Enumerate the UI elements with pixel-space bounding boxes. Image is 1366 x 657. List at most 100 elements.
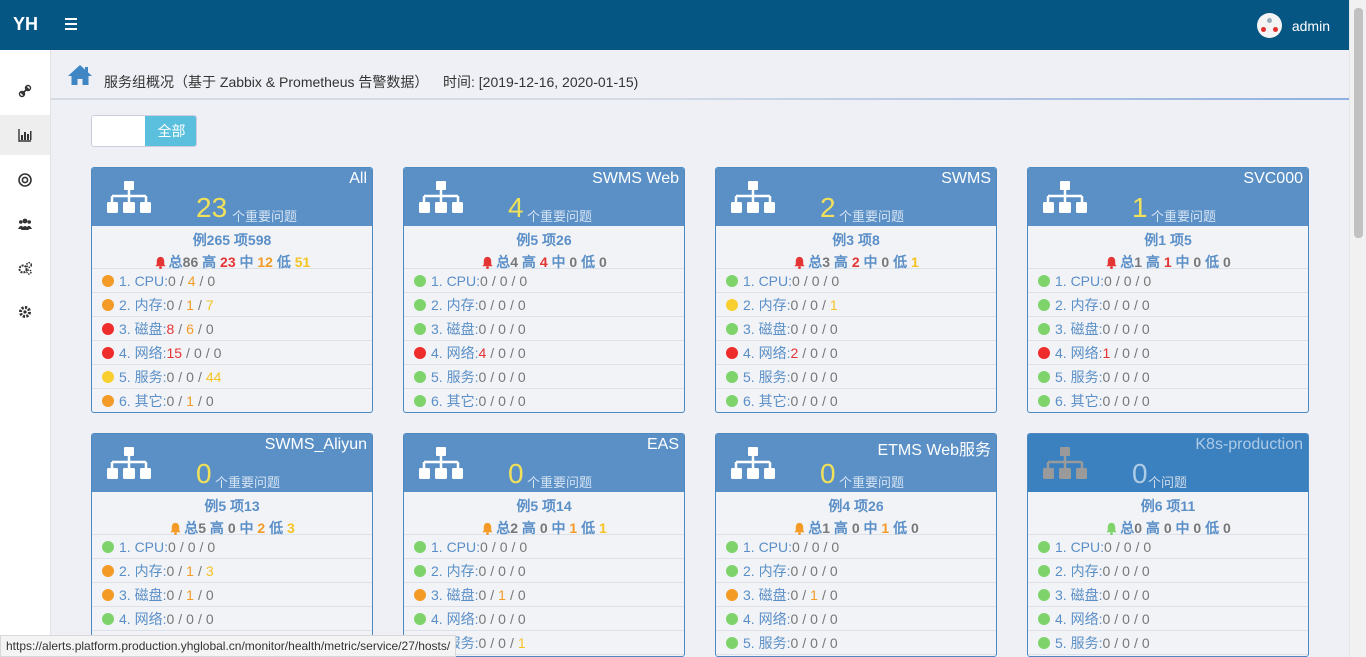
metric-label: 6. 其它: (431, 392, 479, 409)
card-name[interactable]: SWMS (941, 170, 991, 188)
sidebar-item-support[interactable] (0, 160, 50, 200)
list-item[interactable]: 6. 其它: 0/1/0 (92, 389, 372, 412)
list-item[interactable]: 1. CPU: 0/0/0 (716, 269, 996, 293)
list-item[interactable]: 1. CPU: 0/0/0 (716, 535, 996, 559)
list-item[interactable]: 1. CPU: 0/0/0 (404, 269, 684, 293)
list-item[interactable]: 5. 服务: 0/0/0 (1028, 365, 1308, 389)
mid-count: 0 (810, 368, 818, 385)
list-item[interactable]: 5. 服务: 0/0/0 (404, 365, 684, 389)
card-name[interactable]: SWMS Web (592, 170, 679, 188)
status-dot (1038, 612, 1050, 625)
list-item[interactable]: 3. 磁盘: 0/1/0 (716, 583, 996, 607)
list-item[interactable]: 4. 网络: 0/0/0 (1028, 607, 1308, 631)
severity-value: 4 (539, 254, 548, 270)
severity-value: 0 (1222, 520, 1231, 536)
menu-toggle-icon[interactable] (65, 18, 77, 30)
all-button[interactable]: 全部 (145, 116, 196, 146)
home-icon[interactable] (67, 64, 93, 86)
list-item[interactable]: 2. 内存: 0/0/0 (1028, 559, 1308, 583)
list-item[interactable]: 4. 网络: 2/0/0 (716, 341, 996, 365)
severity-value: 0 (569, 254, 578, 270)
list-item[interactable]: 5. 服务: 0/0/0 (716, 631, 996, 655)
bell-icon (482, 522, 493, 535)
separator: / (803, 538, 808, 555)
bar-chart-icon (18, 129, 32, 142)
severity-value: 1 (822, 520, 831, 536)
separator: / (802, 368, 807, 385)
list-item[interactable]: 4. 网络: 1/0/0 (1028, 341, 1308, 365)
list-item[interactable]: 1. CPU: 0/0/0 (1028, 269, 1308, 293)
severity-value: 1 (910, 254, 919, 270)
list-item[interactable]: 3. 磁盘: 0/0/0 (1028, 317, 1308, 341)
list-item[interactable]: 6. 其它: 0/0/0 (1028, 389, 1308, 412)
list-item[interactable]: 2. 内存: 0/0/0 (404, 559, 684, 583)
separator: / (197, 392, 202, 409)
status-dot (102, 346, 114, 359)
sidebar-item-settings[interactable] (0, 248, 50, 288)
list-item[interactable]: 1. CPU: 0/0/0 (1028, 535, 1308, 559)
metric-label: 5. 服务: (743, 634, 791, 651)
list-item[interactable]: 2. 内存: 0/0/0 (1028, 293, 1308, 317)
card-name[interactable]: SWMS_Aliyun (265, 436, 367, 454)
low-count: 0 (213, 344, 222, 361)
scrollbar[interactable] (1349, 0, 1366, 657)
list-item[interactable]: 6. 其它: 0/0/0 (404, 389, 684, 412)
status-dot (1038, 322, 1050, 335)
card-name[interactable]: EAS (647, 436, 679, 454)
app-logo[interactable]: YH (13, 14, 38, 35)
list-item[interactable]: 3. 磁盘: 0/0/0 (716, 317, 996, 341)
issue-count: 23 (196, 192, 228, 223)
list-item[interactable]: 5. 服务: 0/0/44 (92, 365, 372, 389)
list-item[interactable]: 3. 磁盘: 0/0/0 (1028, 583, 1308, 607)
list-item[interactable]: 1. CPU: 0/0/0 (92, 535, 372, 559)
severity-label: 高 (1142, 520, 1164, 536)
separator: / (197, 562, 202, 579)
instance-item-count: 例265 项598 (192, 232, 272, 248)
list-item[interactable]: 4. 网络: 4/0/0 (404, 341, 684, 365)
service-group-card[interactable]: SVC000 1 个重要问题 例1 项5 总 1 高 1 中 0 低 0 1. CPU: 0… (1027, 167, 1309, 413)
issue-count: 1 (1132, 192, 1148, 223)
separator: / (509, 344, 514, 361)
list-item[interactable]: 6. 其它: 0/0/0 (716, 389, 996, 412)
list-item[interactable]: 2. 内存: 0/1/3 (92, 559, 372, 583)
list-item[interactable]: 3. 磁盘: 8/6/0 (92, 317, 372, 341)
sidebar-item-config[interactable] (0, 292, 50, 332)
severity-label: 总 (184, 520, 199, 536)
list-item[interactable]: 2. 内存: 0/0/1 (716, 293, 996, 317)
sidebar-item-users[interactable] (0, 204, 50, 244)
high-count: 0 (1104, 538, 1112, 555)
sitemap-icon (731, 447, 775, 479)
list-item[interactable]: 2. 内存: 0/0/0 (716, 559, 996, 583)
service-group-card[interactable]: ETMS Web服务 0 个重要问题 例4 项26 总 1 高 0 中 1 低 0 1. C… (715, 433, 997, 657)
list-item[interactable]: 5. 服务: 0/0/0 (716, 365, 996, 389)
service-group-card[interactable]: K8s-production 0 个问题 例6 项11 总 0 高 0 中 0 低 0 1.… (1027, 433, 1309, 657)
card-name[interactable]: K8s-production (1195, 436, 1303, 454)
list-item[interactable]: 1. CPU: 0/4/0 (92, 269, 372, 293)
issue-count-label: 个重要问题 (839, 475, 905, 490)
card-name[interactable]: ETMS Web服务 (877, 436, 991, 460)
sidebar-item-links[interactable] (0, 71, 50, 111)
list-item[interactable]: 2. 内存: 0/0/0 (404, 293, 684, 317)
service-group-card[interactable]: SWMS 2 个重要问题 例3 项8 总 3 高 2 中 0 低 1 1. CPU: 0/0… (715, 167, 997, 413)
list-item[interactable]: 2. 内存: 0/1/7 (92, 293, 372, 317)
service-group-card[interactable]: SWMS Web 4 个重要问题 例5 项26 总 4 高 4 中 0 低 0 1. CPU… (403, 167, 685, 413)
card-name[interactable]: All (349, 170, 367, 188)
low-count: 0 (205, 586, 214, 603)
sidebar-item-dashboard[interactable] (0, 115, 50, 155)
list-item[interactable]: 3. 磁盘: 0/1/0 (92, 583, 372, 607)
mid-count: 0 (1122, 562, 1130, 579)
list-item[interactable]: 4. 网络: 0/0/0 (404, 607, 684, 631)
list-item[interactable]: 1. CPU: 0/0/0 (404, 535, 684, 559)
card-name[interactable]: SVC000 (1243, 170, 1303, 188)
service-group-card[interactable]: SWMS_Aliyun 0 个重要问题 例5 项13 总 5 高 0 中 2 低 3 1. … (91, 433, 373, 657)
list-item[interactable]: 4. 网络: 0/0/0 (92, 607, 372, 631)
list-item[interactable]: 5. 服务: 0/0/0 (1028, 631, 1308, 655)
user-menu[interactable]: admin (1256, 13, 1330, 38)
metric-label: 3. 磁盘: (431, 586, 479, 603)
list-item[interactable]: 4. 网络: 0/0/0 (716, 607, 996, 631)
list-item[interactable]: 3. 磁盘: 0/0/0 (404, 317, 684, 341)
list-item[interactable]: 4. 网络: 15/0/0 (92, 341, 372, 365)
service-group-card[interactable]: EAS 0 个重要问题 例5 项14 总 2 高 0 中 1 低 1 1. CPU: 0/0… (403, 433, 685, 657)
list-item[interactable]: 3. 磁盘: 0/1/0 (404, 583, 684, 607)
service-group-card[interactable]: All 23 个重要问题 例265 项598 总 86 高 23 中 12 低 51 1. … (91, 167, 373, 413)
